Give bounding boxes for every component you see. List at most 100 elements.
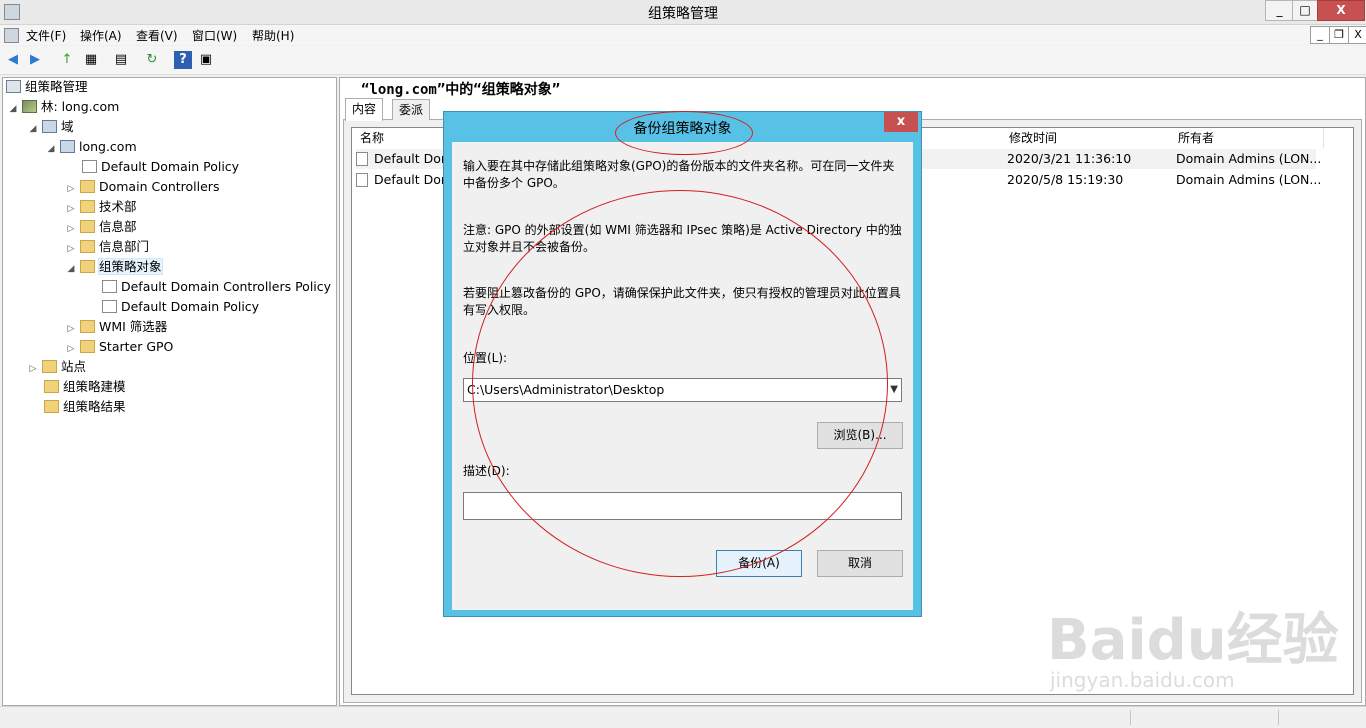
title-bar: 组策略管理: [0, 0, 1366, 25]
sites-icon: [41, 360, 57, 373]
mdi-minimize-button[interactable]: _: [1310, 26, 1330, 44]
minimize-button[interactable]: _: [1265, 0, 1294, 21]
expand-arrow-icon[interactable]: ▷: [66, 220, 76, 238]
expand-arrow-icon[interactable]: ▷: [66, 320, 76, 338]
row-modified: 2020/3/21 11:36:10: [1007, 151, 1132, 166]
dialog-body: 输入要在其中存储此组策略对象(GPO)的备份版本的文件夹名称。可在同一文件夹中备…: [452, 142, 913, 610]
row-owner: Domain Admins (LON...: [1176, 151, 1322, 166]
tree-node-starter[interactable]: ▷ Starter GPO: [66, 338, 174, 358]
description-label: 描述(D):: [463, 464, 510, 478]
tree-node-results[interactable]: 组策略结果: [30, 398, 126, 416]
toolbar: ◀ ▶ ↑ ▦ ▤ ↻ ? ▣: [0, 46, 1366, 75]
row-owner: Domain Admins (LON...: [1176, 172, 1322, 187]
expand-arrow-icon[interactable]: ▷: [66, 180, 76, 198]
show-hide-tree-icon[interactable]: ▦: [82, 51, 100, 69]
tree-node-forest[interactable]: ◢ 林: long.com: [8, 98, 120, 118]
status-divider: [1130, 710, 1131, 725]
table-row[interactable]: Default Don: [356, 170, 449, 190]
gpo-icon: [101, 300, 117, 313]
starter-folder-icon: [79, 340, 95, 353]
expand-arrow-icon[interactable]: ▷: [66, 200, 76, 218]
wmi-folder-icon: [79, 320, 95, 333]
tree-node-ou-info[interactable]: ▷ 信息部: [66, 218, 137, 236]
help-icon[interactable]: ?: [174, 51, 192, 69]
tree-node-root[interactable]: 组策略管理: [6, 78, 88, 96]
expand-arrow-icon[interactable]: ▷: [66, 240, 76, 258]
tree-node-sites[interactable]: ▷ 站点: [28, 358, 86, 376]
collapse-arrow-icon[interactable]: ◢: [46, 140, 56, 158]
ou-folder-icon: [79, 180, 95, 193]
domains-icon: [41, 120, 57, 133]
status-bar: [0, 706, 1366, 728]
column-header-owner[interactable]: 所有者: [1170, 128, 1324, 148]
tab-delegation[interactable]: 委派: [392, 99, 431, 120]
gpo-folder-icon: [79, 260, 95, 273]
row-modified: 2020/5/8 15:19:30: [1007, 172, 1124, 187]
note-text: 注意: GPO 的外部设置(如 WMI 筛选器和 IPsec 策略)是 Acti…: [463, 223, 902, 254]
gpo-icon: [356, 173, 368, 187]
modeling-icon: [43, 380, 59, 393]
results-icon: [43, 400, 59, 413]
mdi-close-button[interactable]: X: [1348, 26, 1366, 44]
backup-button[interactable]: 备份(A): [716, 550, 802, 577]
pane-title: “long.com”中的“组策略对象”: [361, 82, 561, 98]
properties-icon[interactable]: ▤: [112, 51, 130, 69]
location-value: C:\Users\Administrator\Desktop: [467, 382, 665, 397]
instruction-text: 输入要在其中存储此组策略对象(GPO)的备份版本的文件夹名称。可在同一文件夹中备…: [463, 159, 895, 190]
description-input[interactable]: [463, 492, 902, 520]
expand-arrow-icon[interactable]: ▷: [28, 360, 38, 378]
console-icon[interactable]: [4, 28, 19, 43]
tree-node-gpo-ddcp[interactable]: Default Domain Controllers Policy: [88, 278, 331, 296]
tree-node-default-domain-policy[interactable]: Default Domain Policy: [68, 158, 239, 176]
tab-contents[interactable]: 内容: [345, 98, 384, 121]
menu-view[interactable]: 查看(V): [136, 27, 178, 44]
collapse-arrow-icon[interactable]: ◢: [28, 120, 38, 138]
gpo-icon: [101, 280, 117, 293]
collapse-arrow-icon[interactable]: ◢: [8, 100, 18, 118]
menu-bar: 文件(F) 操作(A) 查看(V) 窗口(W) 帮助(H): [0, 25, 1366, 45]
tree-node-domain[interactable]: ◢ long.com: [46, 138, 137, 156]
menu-action[interactable]: 操作(A): [80, 27, 122, 44]
ou-folder-icon: [79, 220, 95, 233]
tree-node-modeling[interactable]: 组策略建模: [30, 378, 126, 396]
tree-node-domains[interactable]: ◢ 域: [28, 118, 74, 136]
menu-help[interactable]: 帮助(H): [252, 27, 294, 44]
gpm-icon: [6, 80, 21, 93]
backup-gpo-dialog: 备份组策略对象 x 输入要在其中存储此组策略对象(GPO)的备份版本的文件夹名称…: [443, 111, 922, 617]
status-divider: [1278, 710, 1279, 725]
tree-node-gpo-container[interactable]: ◢ 组策略对象: [66, 258, 163, 278]
warning-text: 若要阻止篡改备份的 GPO，请确保保护此文件夹，使只有授权的管理员对此位置具有写…: [463, 286, 901, 317]
ou-folder-icon: [79, 240, 95, 253]
up-folder-icon[interactable]: ↑: [58, 51, 76, 69]
browse-button[interactable]: 浏览(B)...: [817, 422, 903, 449]
watermark-url: jingyan.baidu.com: [1050, 668, 1235, 692]
collapse-arrow-icon[interactable]: ◢: [66, 260, 76, 278]
tree-node-domain-controllers[interactable]: ▷ Domain Controllers: [66, 178, 220, 198]
dialog-title: 备份组策略对象: [633, 121, 732, 137]
tree-node-ou-info-dept[interactable]: ▷ 信息部门: [66, 238, 149, 256]
console-view-icon[interactable]: ▣: [197, 51, 215, 69]
gpo-icon: [356, 152, 368, 166]
refresh-icon[interactable]: ↻: [143, 51, 161, 69]
menu-window[interactable]: 窗口(W): [192, 27, 237, 44]
tree-node-wmi[interactable]: ▷ WMI 筛选器: [66, 318, 168, 338]
ou-folder-icon: [79, 200, 95, 213]
column-header-modified[interactable]: 修改时间: [1001, 128, 1171, 148]
domain-icon: [59, 140, 75, 153]
back-arrow-icon[interactable]: ◀: [4, 51, 22, 69]
forward-arrow-icon[interactable]: ▶: [26, 51, 44, 69]
tree-node-ou-tech[interactable]: ▷ 技术部: [66, 198, 137, 216]
window-title: 组策略管理: [648, 6, 718, 22]
close-button[interactable]: X: [1317, 0, 1365, 21]
forest-icon: [21, 100, 37, 113]
mdi-restore-button[interactable]: ❐: [1329, 26, 1349, 44]
expand-arrow-icon[interactable]: ▷: [66, 340, 76, 358]
location-label: 位置(L):: [463, 351, 508, 365]
maximize-button[interactable]: □: [1292, 0, 1318, 21]
dialog-close-button[interactable]: x: [884, 112, 918, 132]
tree-node-gpo-ddp[interactable]: Default Domain Policy: [88, 298, 259, 316]
chevron-down-icon[interactable]: ▼: [890, 379, 898, 401]
cancel-button[interactable]: 取消: [817, 550, 903, 577]
location-combobox[interactable]: C:\Users\Administrator\Desktop ▼: [463, 378, 902, 402]
menu-file[interactable]: 文件(F): [26, 27, 66, 44]
